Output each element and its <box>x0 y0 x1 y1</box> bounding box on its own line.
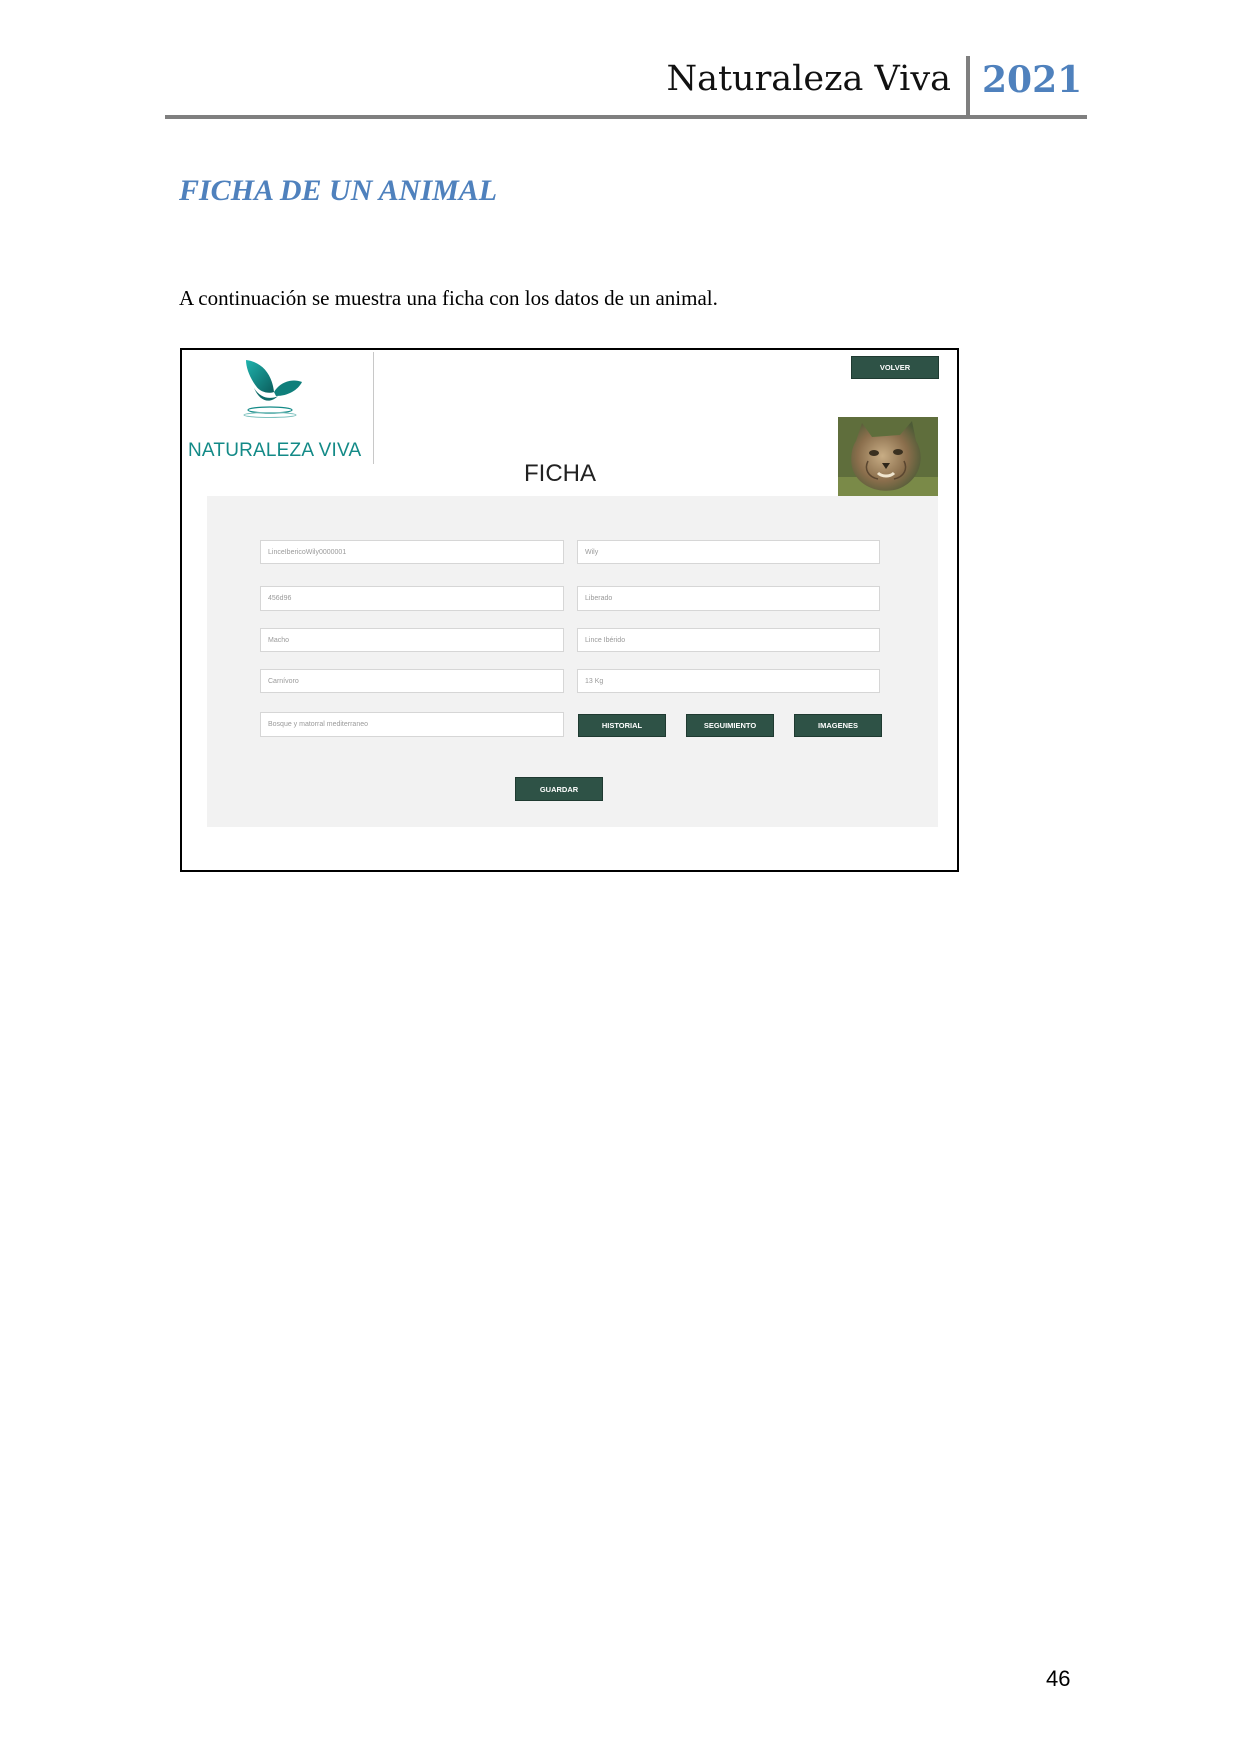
header-year: 2021 <box>982 59 1083 101</box>
volver-button[interactable]: VOLVER <box>851 356 939 379</box>
animal-form: LinceIbericoWily0000001 Wily 456d96 Libe… <box>207 496 938 827</box>
intro-paragraph: A continuación se muestra una ficha con … <box>179 286 718 310</box>
animal-id-field[interactable]: LinceIbericoWily0000001 <box>260 540 564 564</box>
animal-habitat-field[interactable]: Bosque y matorral mediterraneo <box>260 712 564 737</box>
animal-code-field[interactable]: 456d96 <box>260 586 564 611</box>
historial-button[interactable]: HISTORIAL <box>578 714 666 737</box>
header-rule <box>165 115 1087 119</box>
animal-status-field[interactable]: Liberado <box>577 586 880 611</box>
header-separator <box>966 56 970 118</box>
logo-divider <box>373 352 374 464</box>
butterfly-logo-icon <box>243 360 302 418</box>
ficha-title: FICHA <box>524 460 596 487</box>
animal-diet-field[interactable]: Carnívoro <box>260 669 564 693</box>
animal-species-field[interactable]: Lince Ibérido <box>577 628 880 652</box>
animal-weight-field[interactable]: 13 Kg <box>577 669 880 693</box>
animal-name-field[interactable]: Wily <box>577 540 880 564</box>
animal-sex-field[interactable]: Macho <box>260 628 564 652</box>
guardar-button[interactable]: GUARDAR <box>515 777 603 801</box>
app-screenshot-figure: NATURALEZA VIVA VOLVER FICHA LinceIberic… <box>180 348 959 872</box>
imagenes-button[interactable]: IMAGENES <box>794 714 882 737</box>
seguimiento-button[interactable]: SEGUIMIENTO <box>686 714 774 737</box>
logo-text: NATURALEZA VIVA <box>188 440 362 461</box>
lynx-photo <box>838 417 938 496</box>
header-title: Naturaleza Viva <box>666 59 951 99</box>
page-number: 46 <box>1046 1666 1071 1691</box>
section-heading: FICHA DE UN ANIMAL <box>179 174 498 207</box>
